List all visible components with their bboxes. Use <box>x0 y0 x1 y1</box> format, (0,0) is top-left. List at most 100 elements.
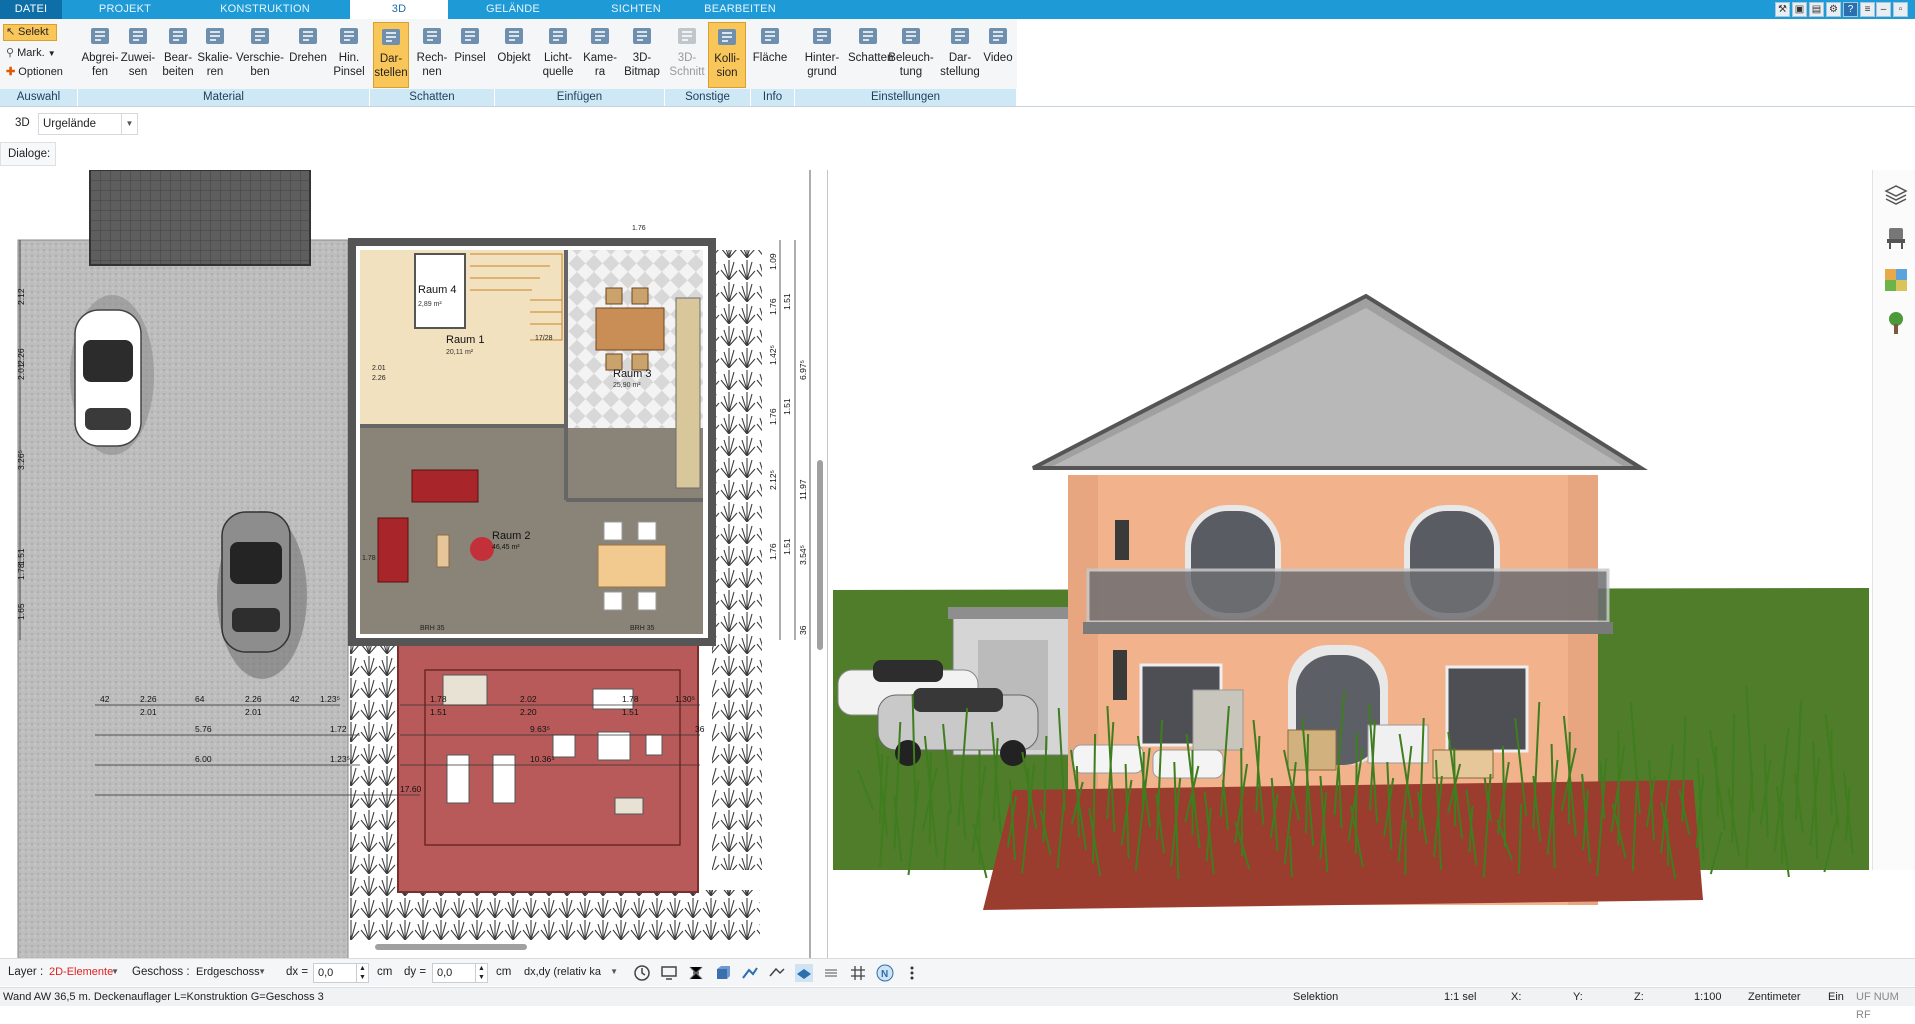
status-scale: 1:100 <box>1694 991 1722 1003</box>
ribbon-button-label: Kame- <box>583 52 617 64</box>
help-icon[interactable]: ? <box>1843 2 1858 17</box>
layer-select[interactable]: 2D-Elemente ▼ <box>45 963 121 983</box>
lighting-button[interactable]: Beleuch-tung <box>888 22 934 88</box>
stack-icon[interactable] <box>822 964 840 982</box>
camera-button[interactable]: Kame-ra <box>582 22 618 88</box>
menu-icon[interactable]: ≡ <box>1860 2 1875 17</box>
rotate-button[interactable]: Drehen <box>286 22 330 88</box>
scale-button[interactable]: Skalie-ren <box>196 22 234 88</box>
plan-vertical-scrollbar[interactable] <box>817 460 823 650</box>
dy-input[interactable]: 0,0 ▲ ▼ <box>432 963 488 983</box>
assign-material-button[interactable]: Zuwei-sen <box>118 22 158 88</box>
assign-material-icon <box>129 28 147 44</box>
network-icon[interactable] <box>687 964 705 982</box>
paint-button[interactable]: Pinsel <box>452 22 488 88</box>
geschoss-select[interactable]: Erdgeschoss ▼ <box>192 963 268 983</box>
collision-button[interactable]: Kolli-sion <box>708 22 746 88</box>
shadow-button[interactable]: Schatten <box>848 22 893 88</box>
ribbon-button-label: sen <box>128 66 148 78</box>
tab-projekt[interactable]: PROJEKT <box>95 0 155 19</box>
scale-icon <box>206 28 224 44</box>
dx-input[interactable]: 0,0 ▲ ▼ <box>313 963 369 983</box>
north-icon[interactable]: N <box>876 964 894 982</box>
ribbon-button-label: Bitmap <box>624 66 660 78</box>
selekt-button[interactable]: ↖ Selekt <box>3 24 57 41</box>
floor-plan-drawing[interactable]: Raum 4 2,89 m² Raum 1 20,11 m² Raum 3 25… <box>0 170 828 958</box>
tab-gelaende[interactable]: GELÄNDE <box>478 0 548 19</box>
3d-render[interactable] <box>833 170 1869 955</box>
area-button[interactable]: Fläche <box>750 22 790 88</box>
dimension-label: 1.76 <box>768 543 778 560</box>
mark-button[interactable]: ⚲ Mark. ▼ <box>6 46 56 59</box>
render-button[interactable]: Dar-stellen <box>373 22 409 88</box>
settings-icon[interactable]: ⚙ <box>1826 2 1841 17</box>
ribbon-empty-area <box>1017 19 1915 106</box>
kitchen-counter <box>675 297 701 489</box>
background-button[interactable]: Hinter-grund <box>800 22 844 88</box>
ribbon-button-label: beiten <box>162 66 194 78</box>
clock-icon[interactable] <box>633 964 651 982</box>
window-icon[interactable]: ▣ <box>1792 2 1807 17</box>
dy-spinner-icon[interactable]: ▲ ▼ <box>475 964 487 982</box>
chevron-down-icon[interactable]: ▼ <box>121 114 137 134</box>
coordinate-mode-value: dx,dy (relativ ka <box>524 966 602 978</box>
ribbon-button-label: tung <box>899 66 923 78</box>
area-icon <box>761 28 779 44</box>
ribbon-button-label: Fläche <box>752 52 788 64</box>
eyedropper-button[interactable]: Abgrei-fen <box>80 22 120 88</box>
video-button[interactable]: Video <box>980 22 1016 88</box>
ribbon-button-label: grund <box>807 66 837 78</box>
cube-icon[interactable] <box>714 964 732 982</box>
ribbon-button-label: Bear- <box>163 52 193 64</box>
chair-icon[interactable] <box>1883 225 1909 251</box>
group-info: Info <box>751 89 795 106</box>
room-label: Raum 3 <box>613 368 652 380</box>
texture-icon[interactable] <box>1883 267 1909 293</box>
tools-icon[interactable]: ⚒ <box>1775 2 1790 17</box>
more-options-icon[interactable] <box>903 964 921 982</box>
chevron-down-icon[interactable]: ▼ <box>111 963 119 981</box>
maximize-icon[interactable]: ▫ <box>1893 2 1908 17</box>
dimension-label: 1.76 <box>768 298 778 315</box>
minimize-icon[interactable]: – <box>1876 2 1891 17</box>
optionen-button[interactable]: ✚ Optionen <box>6 65 63 78</box>
chevron-down-icon[interactable]: ▼ <box>258 963 266 981</box>
tab-konstruktion[interactable]: KONSTRUKTION <box>210 0 320 19</box>
dining-table <box>595 307 665 351</box>
ribbon-button-label: Drehen <box>289 52 327 64</box>
plane-icon[interactable] <box>795 964 813 982</box>
line-tool-icon[interactable] <box>768 964 786 982</box>
move-button[interactable]: Verschie-ben <box>236 22 284 88</box>
terrain-select[interactable]: Urgelände ▼ <box>38 113 138 135</box>
3d-view[interactable] <box>833 170 1869 955</box>
calculate-button[interactable]: Rech-nen <box>414 22 450 88</box>
tab-datei[interactable]: DATEI <box>0 0 62 19</box>
beach-chair <box>442 674 488 706</box>
snap-icon[interactable] <box>741 964 759 982</box>
brush-button[interactable]: Hin. Pinsel <box>330 22 368 88</box>
room-area: 2,89 m² <box>418 301 442 308</box>
object-button[interactable]: Objekt <box>494 22 534 88</box>
dimension-label: 1.51 <box>622 707 639 717</box>
tree-icon[interactable] <box>1883 310 1909 336</box>
geschoss-select-value: Erdgeschoss <box>196 966 260 978</box>
tab-3d[interactable]: 3D <box>350 0 448 19</box>
edit-material-button[interactable]: Bear-beiten <box>160 22 196 88</box>
plan-horizontal-scrollbar[interactable] <box>375 944 527 950</box>
tab-sichten[interactable]: SICHTEN <box>606 0 666 19</box>
dimension-label: 42 <box>290 694 300 704</box>
section-button[interactable]: 3D- Schnitt <box>669 22 705 88</box>
tab-bearbeiten[interactable]: BEARBEITEN <box>700 0 780 19</box>
light-bulb-button[interactable]: Licht-quelle <box>538 22 578 88</box>
dx-spinner-icon[interactable]: ▲ ▼ <box>356 964 368 982</box>
floor-plan-view[interactable]: Raum 4 2,89 m² Raum 1 20,11 m² Raum 3 25… <box>0 170 828 958</box>
chevron-down-icon[interactable]: ▼ <box>610 963 618 981</box>
display-button[interactable]: Dar-stellung <box>938 22 982 88</box>
tree-button[interactable]: 3D- Bitmap <box>622 22 662 88</box>
grid-icon[interactable] <box>849 964 867 982</box>
monitor-icon[interactable] <box>660 964 678 982</box>
coordinate-mode-select[interactable]: dx,dy (relativ ka ▼ <box>520 963 620 983</box>
room-label: Raum 4 <box>418 284 457 296</box>
layout-icon[interactable]: ▤ <box>1809 2 1824 17</box>
layers-icon[interactable] <box>1883 182 1909 208</box>
